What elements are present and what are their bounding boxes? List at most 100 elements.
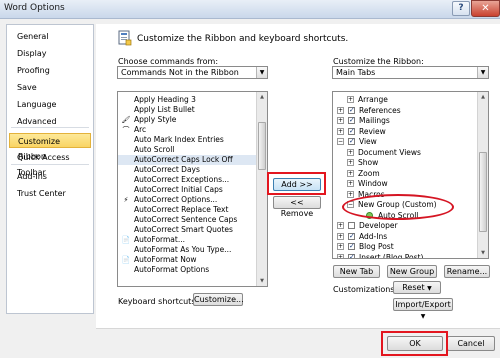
tree-item[interactable]: + ✓ Insert (Blog Post): [333, 253, 478, 258]
rename-button[interactable]: Rename...: [444, 265, 490, 278]
command-list-item[interactable]: 📄 AutoFormat Now: [118, 255, 257, 265]
close-button[interactable]: ✕: [471, 0, 500, 17]
tab-checkbox[interactable]: ✓: [348, 243, 355, 250]
command-label: AutoFormat...: [134, 235, 185, 244]
nav-item-save[interactable]: Save: [9, 80, 91, 95]
tree-item[interactable]: + ✓ Review: [333, 127, 478, 137]
cancel-button[interactable]: Cancel: [447, 336, 495, 351]
nav-item-trust-center[interactable]: Trust Center: [9, 186, 91, 201]
ribbon-tree[interactable]: + Arrange + ✓ References + ✓ Mailings + ✓ Review − ✓…: [332, 91, 489, 259]
command-label: AutoFormat Now: [134, 255, 197, 264]
tab-checkbox[interactable]: ✓: [348, 253, 355, 258]
customize-ribbon-dropdown[interactable]: Main Tabs ▼: [332, 66, 489, 79]
nav-item-quick-access-toolbar[interactable]: Quick Access Toolbar: [9, 150, 91, 177]
chevron-down-icon[interactable]: ▼: [477, 67, 488, 78]
new-tab-button[interactable]: New Tab: [333, 265, 380, 278]
help-button[interactable]: ?: [452, 1, 470, 16]
nav-item-language[interactable]: Language: [9, 97, 91, 112]
expand-icon[interactable]: +: [337, 243, 344, 250]
commands-list[interactable]: Apply Heading 3 Apply List Bullet 🖌 Apply S…: [117, 91, 268, 287]
reset-button[interactable]: Reset ▼: [393, 281, 441, 294]
nav-item-customize-ribbon[interactable]: Customize Ribbon: [9, 133, 91, 161]
expand-icon[interactable]: +: [337, 106, 344, 114]
expand-icon[interactable]: +: [347, 190, 354, 198]
customize-shortcuts-button[interactable]: Customize...: [193, 293, 244, 306]
tree-item[interactable]: + Document Views: [333, 148, 478, 158]
tree-item[interactable]: − ✓ View: [333, 137, 478, 147]
tree-item[interactable]: + Developer: [333, 221, 478, 231]
command-label: Apply List Bullet: [134, 105, 195, 114]
command-list-item[interactable]: AutoFormat As You Type...: [118, 245, 257, 255]
tree-item[interactable]: + Show: [333, 158, 478, 168]
nav-divider: [11, 127, 89, 128]
tree-item[interactable]: + Zoom: [333, 169, 478, 179]
command-list-item[interactable]: ⌒ Arc: [118, 125, 257, 135]
command-list-item[interactable]: Auto Scroll: [118, 145, 257, 155]
choose-commands-dropdown[interactable]: Commands Not in the Ribbon ▼: [117, 66, 268, 79]
collapse-icon[interactable]: −: [337, 138, 344, 145]
expand-icon[interactable]: +: [337, 117, 344, 124]
expand-icon[interactable]: +: [347, 159, 354, 166]
command-label: Apply Heading 3: [134, 95, 196, 104]
tab-checkbox[interactable]: ✓: [348, 232, 355, 240]
tree-scrollbar[interactable]: ▲ ▼: [477, 92, 488, 258]
command-list-item[interactable]: AutoCorrect Initial Caps: [118, 185, 257, 195]
tree-item[interactable]: + ✓ Mailings: [333, 116, 478, 126]
command-label: AutoCorrect Exceptions...: [134, 175, 230, 184]
command-list-item[interactable]: AutoCorrect Caps Lock Off: [118, 155, 257, 165]
import-export-button[interactable]: Import/Export ▼: [393, 298, 453, 320]
tab-checkbox[interactable]: [348, 222, 355, 229]
command-list-item[interactable]: Apply Heading 3: [118, 95, 257, 105]
expand-icon[interactable]: +: [337, 222, 344, 229]
expand-icon[interactable]: +: [347, 148, 354, 156]
expand-icon[interactable]: +: [337, 127, 344, 135]
tree-item[interactable]: + ✓ Blog Post: [333, 242, 478, 252]
tree-item[interactable]: + ✓ References: [333, 106, 478, 116]
expand-icon[interactable]: +: [347, 96, 354, 103]
command-list-item[interactable]: AutoCorrect Exceptions...: [118, 175, 257, 185]
scroll-down-icon[interactable]: ▼: [257, 276, 267, 286]
command-list-item[interactable]: AutoCorrect Days: [118, 165, 257, 175]
expand-icon[interactable]: +: [337, 232, 344, 240]
document-icon: 📄: [121, 256, 131, 264]
command-label: AutoCorrect Options...: [134, 195, 218, 204]
scroll-thumb[interactable]: [479, 152, 487, 232]
scroll-up-icon[interactable]: ▲: [478, 92, 488, 102]
nav-item-display[interactable]: Display: [9, 46, 91, 61]
command-list-item[interactable]: Auto Mark Index Entries: [118, 135, 257, 145]
tree-item-label: Blog Post: [359, 242, 394, 251]
arc-icon: ⌒: [122, 126, 130, 134]
tab-checkbox[interactable]: ✓: [348, 138, 355, 145]
commands-scrollbar[interactable]: ▲ ▼: [256, 92, 267, 286]
command-list-item[interactable]: AutoCorrect Sentence Caps: [118, 215, 257, 225]
nav-item-add-ins[interactable]: Add-Ins: [9, 169, 91, 184]
expand-icon[interactable]: +: [347, 169, 354, 177]
nav-item-general[interactable]: General: [9, 29, 91, 44]
scroll-thumb[interactable]: [258, 122, 266, 170]
command-label: AutoCorrect Caps Lock Off: [134, 155, 233, 164]
command-list-item[interactable]: Apply List Bullet: [118, 105, 257, 115]
tab-checkbox[interactable]: ✓: [348, 127, 355, 135]
command-list-item[interactable]: AutoFormat Options: [118, 265, 257, 275]
nav-item-proofing[interactable]: Proofing: [9, 63, 91, 78]
tree-item-label: Zoom: [358, 168, 380, 178]
command-label: AutoCorrect Replace Text: [134, 205, 229, 214]
chevron-down-icon[interactable]: ▼: [256, 67, 267, 78]
remove-button[interactable]: << Remove: [273, 196, 321, 218]
scroll-up-icon[interactable]: ▲: [257, 92, 267, 102]
command-list-item[interactable]: 🖌 Apply Style: [118, 115, 257, 125]
tree-item[interactable]: + Arrange: [333, 95, 478, 105]
command-list-item[interactable]: 📄 AutoFormat...: [118, 235, 257, 245]
scroll-down-icon[interactable]: ▼: [478, 248, 488, 258]
tree-item[interactable]: + Window: [333, 179, 478, 189]
tab-checkbox[interactable]: ✓: [348, 106, 355, 114]
new-group-button[interactable]: New Group: [387, 265, 437, 278]
command-list-item[interactable]: ⚡ AutoCorrect Options...: [118, 195, 257, 205]
expand-icon[interactable]: +: [347, 180, 354, 187]
tree-item[interactable]: + ✓ Add-Ins: [333, 232, 478, 242]
command-list-item[interactable]: AutoCorrect Replace Text: [118, 205, 257, 215]
command-list-item[interactable]: AutoCorrect Smart Quotes: [118, 225, 257, 235]
expand-icon[interactable]: +: [337, 253, 344, 258]
tab-checkbox[interactable]: ✓: [348, 117, 355, 124]
customize-ribbon-label: Customize the Ribbon:: [333, 57, 424, 66]
